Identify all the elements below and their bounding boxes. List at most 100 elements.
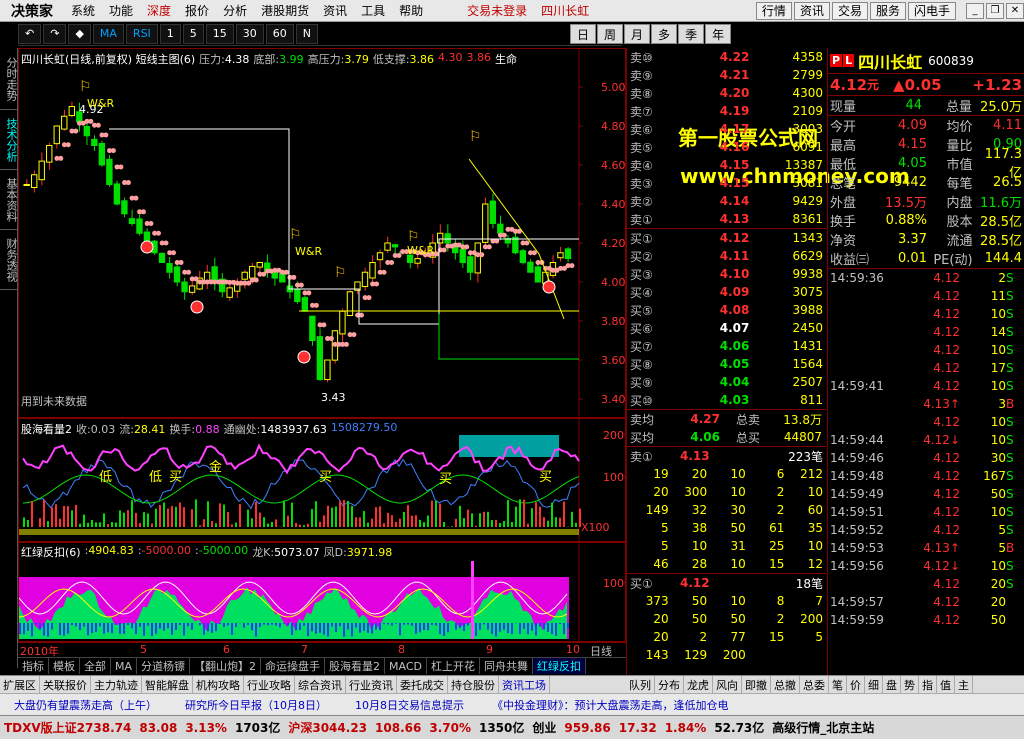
buy-level-3[interactable]: 买③ 4.10 9938 <box>627 265 826 283</box>
toolbar-btn-1[interactable]: RSI <box>125 23 158 44</box>
tick-row[interactable]: 14:59:49 4.12 50 S <box>828 485 1024 503</box>
func-left-3[interactable]: 智能解盘 <box>142 676 193 693</box>
undo-icon[interactable]: ↶ <box>18 23 42 44</box>
sell-level-8[interactable]: 卖⑧ 4.20 4300 <box>627 84 826 102</box>
tick-row[interactable]: 14:59:52 4.12 5 S <box>828 521 1024 539</box>
left-tab-1[interactable]: 技术分析 <box>0 110 18 170</box>
menu-5[interactable]: 港股期货 <box>254 2 316 19</box>
menu-3[interactable]: 报价 <box>178 2 216 19</box>
func-right-2[interactable]: 龙虎 <box>684 676 713 693</box>
top-button-4[interactable]: 闪电手 <box>907 1 956 20</box>
volume-indicator-chart[interactable]: 2000010000X100低低买金买买买 <box>19 419 625 541</box>
indicator-tab-2[interactable]: 全部 <box>80 658 111 674</box>
func-left-0[interactable]: 扩展区 <box>0 676 40 693</box>
tick-row[interactable]: 14:59:41 4.12 10 S <box>828 377 1024 395</box>
sell-level-10[interactable]: 卖⑩ 4.22 4358 <box>627 48 826 66</box>
tick-row[interactable]: 14:59:56 4.12↓ 10 S <box>828 557 1024 575</box>
indicator-tab-9[interactable]: 杠上开花 <box>427 658 480 674</box>
func-right-11[interactable]: 势 <box>901 676 919 693</box>
menu-4[interactable]: 分析 <box>216 2 254 19</box>
sell-level-5[interactable]: 卖⑤ 4.16 6091 <box>627 138 826 156</box>
toolbar-btn-5[interactable]: 30 <box>235 23 264 44</box>
sell-queue-head[interactable]: 卖① 4.13 223笔 <box>627 447 826 465</box>
tick-row[interactable]: 14:59:48 4.12 167 S <box>828 467 1024 485</box>
sell-level-3[interactable]: 卖③ 4.15 3081 <box>627 174 826 192</box>
indicator-tab-0[interactable]: 指标 <box>18 658 49 674</box>
top-button-1[interactable]: 资讯 <box>793 1 830 20</box>
tick-row[interactable]: 4.12 14 S <box>828 323 1024 341</box>
func-right-0[interactable]: 队列 <box>626 676 655 693</box>
tick-row[interactable]: 14:59:57 4.12 20 <box>828 593 1024 611</box>
tick-row[interactable]: 14:59:44 4.12↓ 10 S <box>828 431 1024 449</box>
func-right-12[interactable]: 指 <box>919 676 937 693</box>
menu-6[interactable]: 资讯 <box>316 2 354 19</box>
period-4[interactable]: 季 <box>678 24 705 44</box>
left-tab-0[interactable]: 分时走势 <box>0 48 18 110</box>
period-3[interactable]: 多 <box>651 24 678 44</box>
toolbar-btn-2[interactable]: 1 <box>159 23 181 44</box>
func-left-5[interactable]: 行业攻略 <box>244 676 295 693</box>
toolbar-btn-0[interactable]: MA <box>92 23 124 44</box>
indicator-tab-8[interactable]: MACD <box>385 658 427 674</box>
menu-0[interactable]: 系统 <box>64 2 102 19</box>
tick-list[interactable]: 14:59:36 4.12 2 S 4.12 11 S 4.12 10 S 4.12 14 S 4.12 1… <box>828 269 1024 629</box>
period-1[interactable]: 周 <box>597 24 624 44</box>
func-left-8[interactable]: 委托成交 <box>397 676 448 693</box>
buy-level-1[interactable]: 买① 4.12 1343 <box>627 229 826 247</box>
func-right-8[interactable]: 价 <box>847 676 865 693</box>
tick-row[interactable]: 14:59:36 4.12 2 S <box>828 269 1024 287</box>
func-right-6[interactable]: 总委 <box>800 676 829 693</box>
func-left-1[interactable]: 关联报价 <box>40 676 91 693</box>
indicator-tab-6[interactable]: 命运操盘手 <box>261 658 326 674</box>
func-right-1[interactable]: 分布 <box>655 676 684 693</box>
tick-row[interactable]: 4.13↑ 3 B <box>828 395 1024 413</box>
top-button-3[interactable]: 服务 <box>869 1 906 20</box>
top-button-0[interactable]: 行情 <box>755 1 792 20</box>
indicator-tab-3[interactable]: MA <box>111 658 138 674</box>
func-right-3[interactable]: 风向 <box>713 676 742 693</box>
indicator-tab-5[interactable]: 【翻山炮】2 <box>190 658 262 674</box>
func-right-10[interactable]: 盘 <box>883 676 901 693</box>
sell-level-4[interactable]: 卖④ 4.15 13387 <box>627 156 826 174</box>
diamond-icon[interactable]: ◆ <box>68 23 91 44</box>
func-left-7[interactable]: 行业资讯 <box>346 676 397 693</box>
buy-level-8[interactable]: 买⑧ 4.05 1564 <box>627 355 826 373</box>
tick-row[interactable]: 14:59:59 4.12 50 <box>828 611 1024 629</box>
period-2[interactable]: 月 <box>624 24 651 44</box>
func-left-6[interactable]: 综合资讯 <box>295 676 346 693</box>
buy-level-6[interactable]: 买⑥ 4.07 2450 <box>627 319 826 337</box>
func-right-9[interactable]: 细 <box>865 676 883 693</box>
tick-row[interactable]: 4.12 10 S <box>828 341 1024 359</box>
buy-level-10[interactable]: 买⑩ 4.03 811 <box>627 391 826 409</box>
news-item-1[interactable]: 研究所今日早报（10月8日） <box>171 697 341 713</box>
indicator-tab-4[interactable]: 分道杨镖 <box>137 658 191 674</box>
tick-row[interactable]: 14:59:46 4.12 30 S <box>828 449 1024 467</box>
left-tab-3[interactable]: 财务透视 <box>0 230 18 290</box>
buy-level-5[interactable]: 买⑤ 4.08 3988 <box>627 301 826 319</box>
top-button-2[interactable]: 交易 <box>831 1 868 20</box>
indicator-tab-11[interactable]: 红绿反扣 <box>533 658 586 674</box>
left-tab-2[interactable]: 基本资料 <box>0 170 18 230</box>
func-right-13[interactable]: 值 <box>937 676 955 693</box>
tick-row[interactable]: 4.12 11 S <box>828 287 1024 305</box>
tick-row[interactable]: 4.12 10 S <box>828 305 1024 323</box>
trade-status[interactable]: 交易未登录 <box>460 2 534 19</box>
func-right-7[interactable]: 笔 <box>829 676 847 693</box>
buy-queue-head[interactable]: 买① 4.12 18笔 <box>627 574 826 592</box>
tick-row[interactable]: 14:59:51 4.12 10 S <box>828 503 1024 521</box>
func-left-9[interactable]: 持仓股份 <box>448 676 499 693</box>
sell-level-7[interactable]: 卖⑦ 4.19 2109 <box>627 102 826 120</box>
period-0[interactable]: 日 <box>570 24 597 44</box>
indicator-tab-1[interactable]: 模板 <box>49 658 80 674</box>
buy-level-2[interactable]: 买② 4.11 6629 <box>627 247 826 265</box>
indicator-tab-10[interactable]: 同舟共舞 <box>480 658 533 674</box>
tick-row[interactable]: 14:59:53 4.13↑ 5 B <box>828 539 1024 557</box>
toolbar-btn-6[interactable]: 60 <box>265 23 294 44</box>
candlestick-chart[interactable]: 5.004.804.604.404.204.003.803.603.404.92… <box>19 49 625 417</box>
func-left-4[interactable]: 机构攻略 <box>193 676 244 693</box>
sell-level-6[interactable]: 卖⑥ 4.17 3003 <box>627 120 826 138</box>
buy-level-7[interactable]: 买⑦ 4.06 1431 <box>627 337 826 355</box>
news-item-3[interactable]: 《中投金理财》：预计大盘震荡走高，逢低加仓电 <box>478 697 743 713</box>
func-left-10[interactable]: 资讯工场 <box>499 676 550 693</box>
menu-8[interactable]: 帮助 <box>392 2 430 19</box>
